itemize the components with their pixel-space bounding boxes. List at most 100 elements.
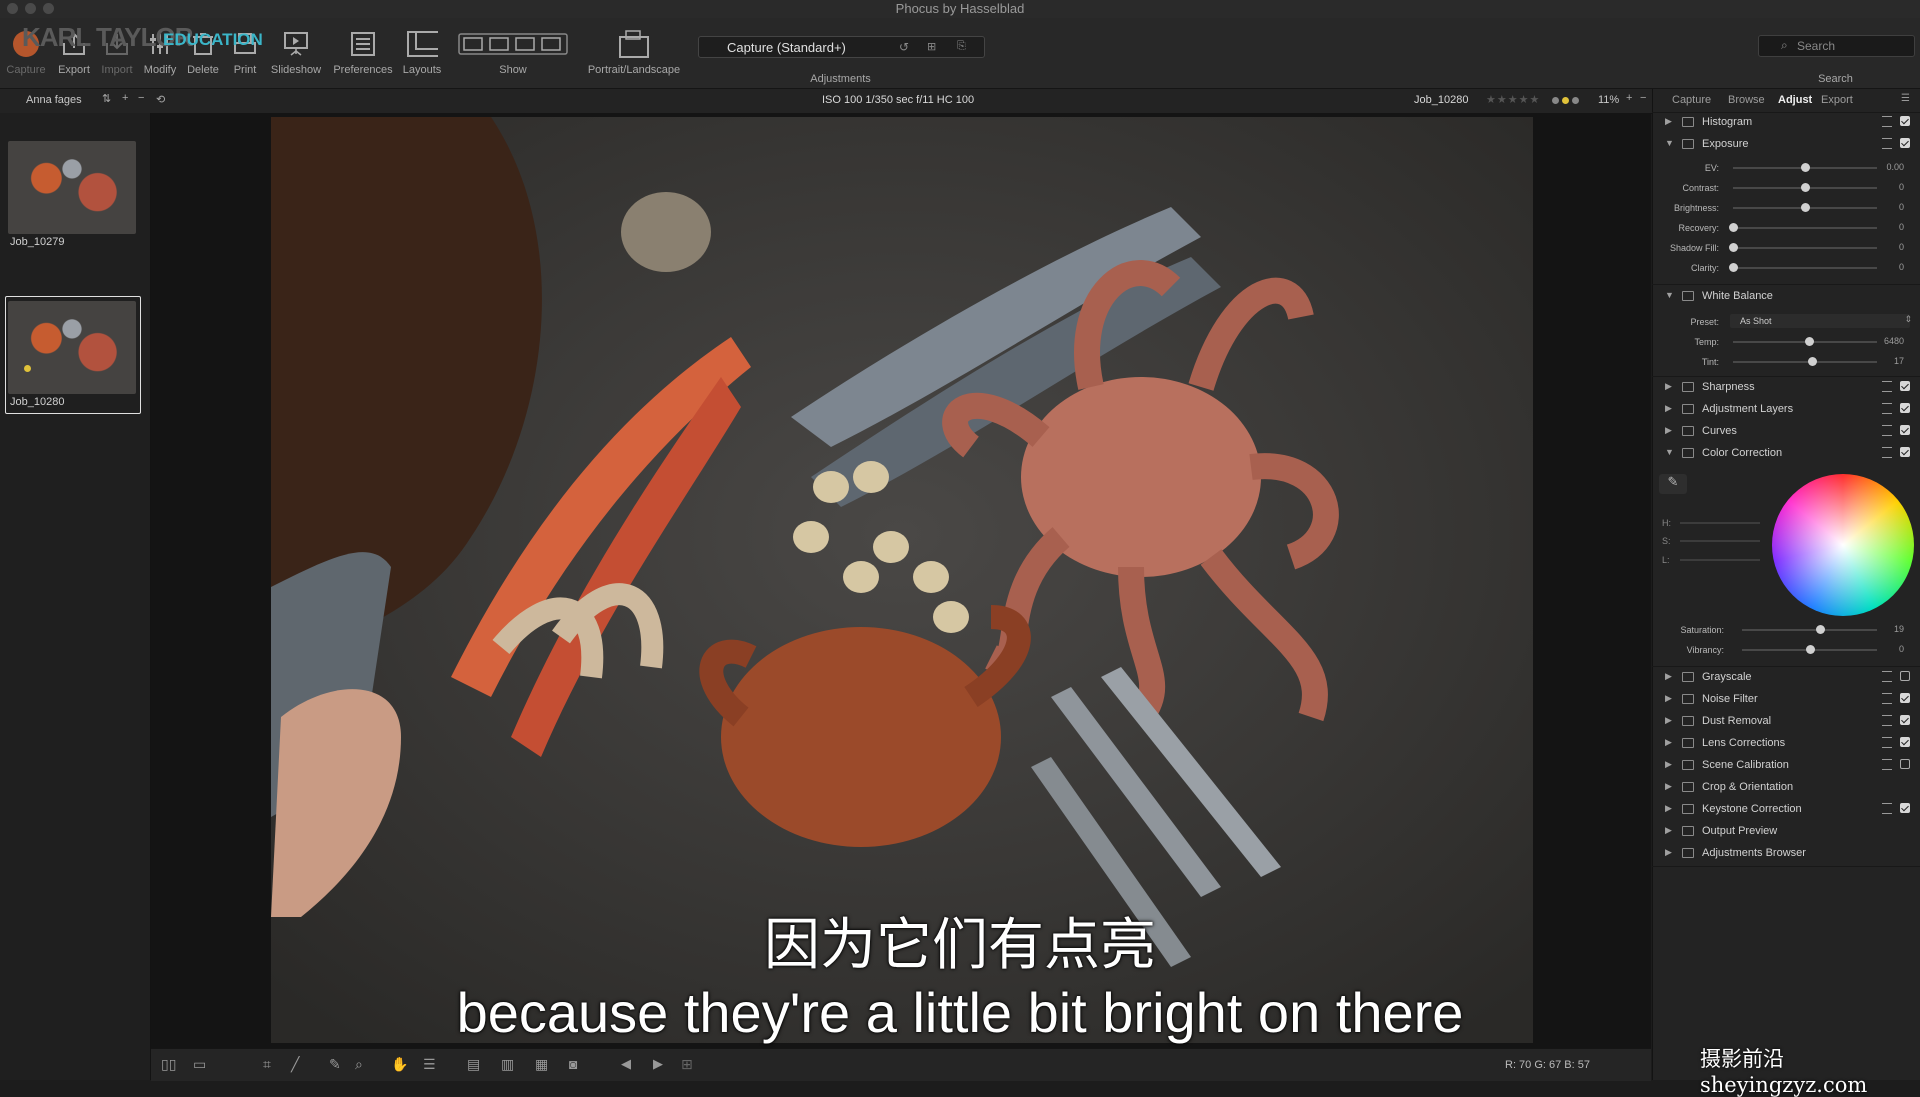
slider-temp[interactable]: Temp: 6480	[1660, 334, 1914, 350]
rotate-icon[interactable]: ⟲	[156, 93, 165, 106]
next-icon[interactable]: ▶	[653, 1056, 663, 1072]
image-name: Job_10280	[1414, 94, 1469, 106]
compare-view-icon[interactable]: ⊞	[681, 1056, 693, 1073]
tab-browse[interactable]: Browse	[1728, 94, 1765, 106]
slider-knob[interactable]	[1808, 357, 1818, 366]
tool-crop-orientation[interactable]: ▶ Crop & Orientation	[1660, 777, 1914, 797]
hue-slider[interactable]	[1680, 522, 1760, 524]
layout-b-icon[interactable]: ▥	[501, 1056, 514, 1073]
split-view-icon[interactable]: ▯▯	[161, 1056, 176, 1073]
list-tool-icon[interactable]: ☰	[423, 1056, 436, 1073]
compare-icon[interactable]: ⊞	[927, 40, 936, 53]
tool-menu-icon	[1882, 116, 1892, 127]
slider-saturation[interactable]: Saturation: 19	[1660, 622, 1914, 638]
thumbnail-job-10279[interactable]	[8, 141, 136, 234]
copy-adjustments-icon[interactable]: ⎘	[957, 40, 966, 53]
slider-knob[interactable]	[1801, 203, 1810, 212]
zoom-out-icon[interactable]: −	[1640, 92, 1646, 104]
tool-scene-calibration[interactable]: ▶ Scene Calibration	[1660, 755, 1914, 775]
slider-knob[interactable]	[1816, 625, 1826, 634]
straighten-tool-icon[interactable]: ╱	[291, 1056, 299, 1073]
slider-recovery[interactable]: Recovery: 0	[1660, 220, 1914, 236]
preferences-button[interactable]: Preferences	[330, 28, 396, 76]
tool-noise-filter[interactable]: ▶ Noise Filter	[1660, 689, 1914, 709]
tool-menu-icon	[1882, 403, 1892, 414]
rgb-readout: R: 70 G: 67 B: 57	[1505, 1059, 1590, 1071]
layouts-button[interactable]: Layouts	[399, 28, 445, 76]
adjustments-preset-dropdown[interactable]: Capture (Standard+) ↺ ⊞ ⎘	[698, 36, 985, 58]
tool-sharpness[interactable]: ▶ Sharpness	[1660, 377, 1914, 397]
slider-knob[interactable]	[1805, 645, 1815, 654]
tool-adjustment-layers[interactable]: ▶ Adjustment Layers	[1660, 399, 1914, 419]
s-slider[interactable]	[1680, 540, 1760, 542]
slideshow-button[interactable]: Slideshow	[268, 28, 324, 76]
previous-icon[interactable]: ◀	[621, 1056, 631, 1072]
portrait-landscape-button[interactable]: Portrait/Landscape	[581, 28, 687, 76]
zoom-in-icon[interactable]: +	[1626, 92, 1632, 104]
title-bar: Phocus by Hasselblad	[0, 0, 1920, 18]
remove-icon[interactable]: −	[138, 92, 144, 104]
zoom-tool-icon[interactable]: ⌕	[355, 1056, 363, 1073]
tool-grayscale[interactable]: ▶ Grayscale	[1660, 667, 1914, 687]
white-balance-preset[interactable]: Preset: As Shot ⇕	[1660, 314, 1914, 330]
folder-name: Anna fages	[26, 94, 82, 106]
portrait-landscape-icon	[618, 28, 650, 60]
tab-capture[interactable]: Capture	[1672, 94, 1711, 106]
pen-tool-icon[interactable]: ✎	[329, 1056, 341, 1073]
slider-shadow-fill[interactable]: Shadow Fill: 0	[1660, 240, 1914, 256]
slider-vibrancy[interactable]: Vibrancy: 0	[1660, 642, 1914, 658]
hue-label: H:	[1662, 518, 1671, 528]
crop-tool-icon[interactable]: ⌗	[263, 1056, 271, 1073]
color-wheel[interactable]	[1772, 474, 1914, 616]
rating-stars[interactable]: ★★★★★	[1486, 93, 1540, 106]
slider-knob[interactable]	[1729, 263, 1738, 272]
tool-enable-checkbox	[1900, 759, 1910, 769]
slider-contrast[interactable]: Contrast: 0	[1660, 180, 1914, 196]
loupe-icon[interactable]: ◙	[569, 1056, 577, 1072]
reset-icon[interactable]: ↺	[899, 40, 909, 54]
tool-histogram[interactable]: ▶ Histogram	[1660, 112, 1914, 132]
tab-export[interactable]: Export	[1821, 94, 1853, 106]
single-view-icon[interactable]: ▭	[193, 1056, 206, 1073]
tool-lens-corrections[interactable]: ▶ Lens Corrections	[1660, 733, 1914, 753]
l-slider[interactable]	[1680, 559, 1760, 561]
slideshow-icon	[280, 28, 312, 60]
add-icon[interactable]: +	[122, 92, 128, 104]
slider-brightness[interactable]: Brightness: 0	[1660, 200, 1914, 216]
slider-knob[interactable]	[1729, 223, 1738, 232]
tool-white-balance[interactable]: ▼ White Balance	[1660, 286, 1914, 306]
sort-menu-icon[interactable]: ⇅	[102, 92, 111, 105]
tool-menu-icon	[1882, 671, 1892, 682]
slider-clarity[interactable]: Clarity: 0	[1660, 260, 1914, 276]
grid-icon[interactable]: ▦	[535, 1056, 548, 1073]
slider-knob[interactable]	[1801, 183, 1810, 192]
main-toolbar: Capture Export Import Modify Delete Prin…	[0, 18, 1920, 89]
eyedropper-icon[interactable]: ✎	[1659, 474, 1687, 494]
window-title: Phocus by Hasselblad	[895, 1, 1025, 16]
tab-adjust[interactable]: Adjust	[1778, 94, 1812, 106]
panel-menu-icon[interactable]: ☰	[1901, 93, 1910, 104]
slider-tint[interactable]: Tint: 17	[1660, 354, 1914, 370]
thumbnail-job-10280[interactable]	[8, 301, 136, 394]
hand-tool-icon[interactable]: ✋	[391, 1056, 408, 1073]
tool-adjustments-browser[interactable]: ▶ Adjustments Browser	[1660, 843, 1914, 863]
show-control[interactable]: Show	[455, 28, 571, 76]
tool-menu-icon	[1882, 693, 1892, 704]
search-input[interactable]: ⌕ Search	[1758, 35, 1915, 57]
tool-keystone-correction[interactable]: ▶ Keystone Correction	[1660, 799, 1914, 819]
slider-knob[interactable]	[1801, 163, 1810, 172]
slider-knob[interactable]	[1805, 337, 1815, 346]
lightness-label: L:	[1662, 555, 1670, 565]
layout-a-icon[interactable]: ▤	[467, 1056, 480, 1073]
tool-output-preview[interactable]: ▶ Output Preview	[1660, 821, 1914, 841]
slider-knob[interactable]	[1729, 243, 1738, 252]
tool-color-correction[interactable]: ▼ Color Correction	[1660, 443, 1914, 463]
tool-exposure[interactable]: ▼ Exposure	[1660, 134, 1914, 154]
tool-curves[interactable]: ▶ Curves	[1660, 421, 1914, 441]
color-tag-gray-2[interactable]	[1572, 97, 1579, 104]
slider-ev[interactable]: EV: 0.00	[1660, 160, 1914, 176]
color-tag-gray[interactable]	[1552, 97, 1559, 104]
color-tag-yellow[interactable]	[1562, 97, 1569, 104]
tool-enable-checkbox	[1900, 671, 1910, 681]
tool-dust-removal[interactable]: ▶ Dust Removal	[1660, 711, 1914, 731]
